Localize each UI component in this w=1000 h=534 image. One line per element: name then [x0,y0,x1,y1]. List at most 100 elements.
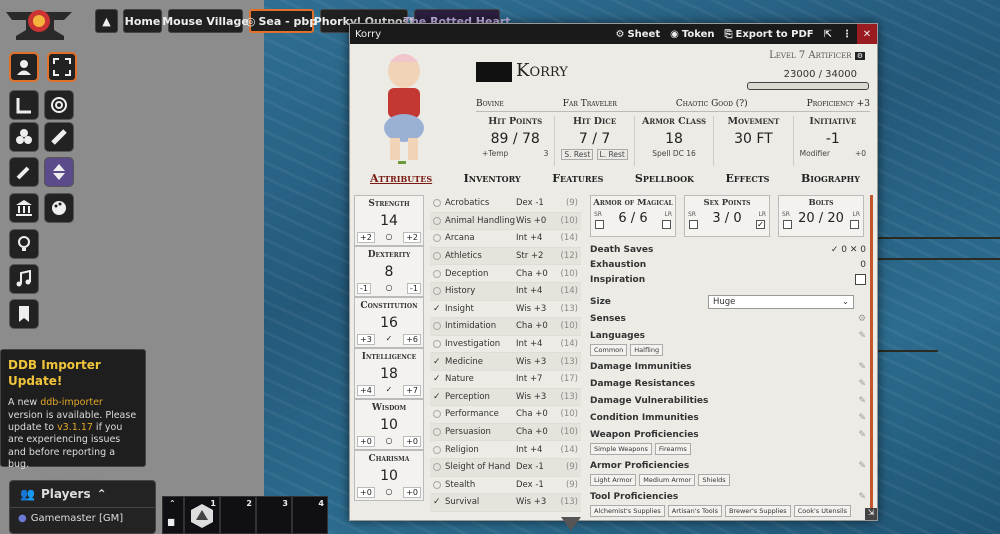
hotbar-slot-3[interactable]: 3 [256,496,292,534]
palette-button[interactable] [44,193,74,223]
walls-button[interactable] [44,157,74,187]
ability-mod[interactable]: +4 [357,385,375,396]
inspiration-checkbox[interactable] [855,274,866,285]
tiles-button[interactable] [9,122,39,152]
ddb-importer-notice[interactable]: DDB Importer Update! A new ddb-importer … [0,349,146,486]
scene-tab-home[interactable]: Home [123,9,162,33]
foundry-logo[interactable] [2,2,76,42]
skill-row[interactable]: ✓ Perception Wis +3 (13) [430,388,581,407]
skill-row[interactable]: ✓ Nature Int +7 (17) [430,371,581,389]
notes-button[interactable] [9,193,39,223]
ability-save[interactable]: +0 [403,487,421,498]
movement-stat[interactable]: Movement 30 FT [714,116,794,166]
initiative-stat[interactable]: Initiative -1 Modifier +0 [794,116,872,166]
players-panel[interactable]: 👥 Players ⌃ ● Gamemaster [GM] [9,480,156,534]
save-proficiency-icon[interactable]: ○ [386,232,393,243]
save-proficiency-icon[interactable]: ✓ [386,334,393,345]
scene-tab-mouse-village[interactable]: Mouse Village [162,9,249,33]
templates-button[interactable] [44,90,74,120]
skill-row[interactable]: ✓ Survival Wis +3 (13) [430,494,581,512]
skill-row[interactable]: Acrobatics Dex -1 (9) [430,195,581,213]
tab-features[interactable]: Features [552,172,603,185]
window-header[interactable]: Korry ⚙ Sheet ◉ Token ⎘ Export to PDF ⇱ ⋮ ✕ [350,24,877,44]
hotbar-slot-1[interactable]: 1 [184,496,220,534]
resource-tertiary[interactable]: Bolts SR LR 20 / 20 [778,195,864,237]
lighting-button[interactable] [9,229,39,259]
close-button[interactable]: ✕ [857,24,877,44]
ability-mod[interactable]: +0 [357,487,375,498]
senses-row[interactable]: Senses ⚙ [590,310,866,327]
resource-primary[interactable]: Armor of Magical SR LR 6 / 6 [590,195,676,237]
export-pdf-button[interactable]: ⎘ Export to PDF [720,29,819,40]
tab-inventory[interactable]: Inventory [464,172,521,185]
tool-proficiencies-row[interactable]: Tool Proficiencies ✎ [590,488,866,505]
ability-save[interactable]: +2 [403,232,421,243]
background[interactable]: Far Traveler [563,99,617,109]
skill-row[interactable]: Deception Cha +0 (10) [430,265,581,283]
tab-spellbook[interactable]: Spellbook [635,172,694,185]
proficient-check-icon[interactable]: ✓ [433,392,441,402]
drawing-ruler-button[interactable] [44,122,74,152]
character-sheet-window[interactable]: Korry ⚙ Sheet ◉ Token ⎘ Export to PDF ⇱ ⋮ ✕… [349,23,878,521]
short-rest-checkbox[interactable] [595,220,604,229]
ability-wisdom[interactable]: Wisdom 10 +0 ○ +0 [354,399,424,450]
token-controls-button[interactable] [9,52,39,82]
proficient-check-icon[interactable]: ✓ [433,374,441,384]
long-rest-checkbox-checked[interactable]: ✓ [756,220,765,229]
exhaustion-row[interactable]: Exhaustion 0 [590,257,866,272]
more-options-button[interactable]: ⋮ [837,29,857,40]
save-proficiency-icon[interactable]: ○ [386,487,393,498]
ability-strength[interactable]: Strength 14 +2 ○ +2 [354,195,424,246]
ability-save[interactable]: -1 [407,283,421,294]
skill-row[interactable]: Stealth Dex -1 (9) [430,477,581,495]
measure-button[interactable] [9,90,39,120]
long-rest-checkbox[interactable] [662,220,671,229]
ability-charisma[interactable]: Charisma 10 +0 ○ +0 [354,450,424,501]
hit-points-stat[interactable]: Hit Points 89 / 78 +Temp 3 [476,116,556,166]
damage-immunities-row[interactable]: Damage Immunities ✎ [590,358,866,375]
proficient-check-icon[interactable]: ✓ [433,304,441,314]
popout-button[interactable]: ⇱ [819,29,837,40]
long-rest-button[interactable]: L. Rest [596,149,628,160]
ability-mod[interactable]: -1 [357,283,371,294]
macro-hotbar[interactable]: ⌃ ▆ 1 2 3 4 [162,496,328,534]
skill-row[interactable]: Intimidation Cha +0 (10) [430,318,581,336]
skill-row[interactable]: Animal Handling Wis +0 (10) [430,212,581,231]
proficiency-toggle[interactable] [433,199,441,208]
proficiency-toggle[interactable] [433,216,441,225]
proficiency-toggle[interactable] [433,252,441,261]
condition-immunities-row[interactable]: Condition Immunities ✎ [590,409,866,426]
short-rest-button[interactable]: S. Rest [561,149,594,160]
proficiency-toggle[interactable] [433,410,441,419]
alignment[interactable]: Chaotic Good (?) [676,99,748,109]
proficient-check-icon[interactable]: ✓ [433,357,441,367]
weapon-proficiencies-row[interactable]: Weapon Proficiencies ✎ [590,426,866,443]
proficiency-toggle[interactable] [433,340,441,349]
ability-intelligence[interactable]: Intelligence 18 +4 ✓ +7 [354,348,424,399]
skill-row[interactable]: ✓ Medicine Wis +3 (13) [430,353,581,371]
hit-dice-stat[interactable]: Hit Dice 7 / 7 S. Rest L. Rest [555,116,635,166]
ability-save[interactable]: +6 [403,334,421,345]
tab-biography[interactable]: Biography [801,172,860,185]
ability-mod[interactable]: +3 [357,334,375,345]
save-proficiency-icon[interactable]: ○ [386,436,393,447]
damage-resistances-row[interactable]: Damage Resistances ✎ [590,375,866,392]
ability-mod[interactable]: +2 [357,232,375,243]
tab-effects[interactable]: Effects [726,172,770,185]
proficiency-toggle[interactable] [433,480,441,489]
save-proficiency-icon[interactable]: ○ [386,283,393,294]
drawing-button[interactable] [9,157,39,187]
skill-row[interactable]: Investigation Int +4 (14) [430,336,581,354]
skill-row[interactable]: ✓ Insight Wis +3 (13) [430,301,581,319]
proficiency-toggle[interactable] [433,269,441,278]
skill-row[interactable]: Arcana Int +4 (14) [430,230,581,248]
hotbar-controls[interactable]: ⌃ ▆ [162,496,184,534]
short-rest-checkbox[interactable] [783,220,792,229]
proficiency-toggle[interactable] [433,287,441,296]
proficiency-toggle[interactable] [433,463,441,472]
proficiency-toggle[interactable] [433,428,441,437]
ability-constitution[interactable]: Constitution 16 +3 ✓ +6 [354,297,424,348]
chevron-up-icon[interactable]: ⌃ [97,487,107,501]
long-rest-checkbox[interactable] [850,220,859,229]
skill-row[interactable]: Sleight of Hand Dex -1 (9) [430,458,581,477]
